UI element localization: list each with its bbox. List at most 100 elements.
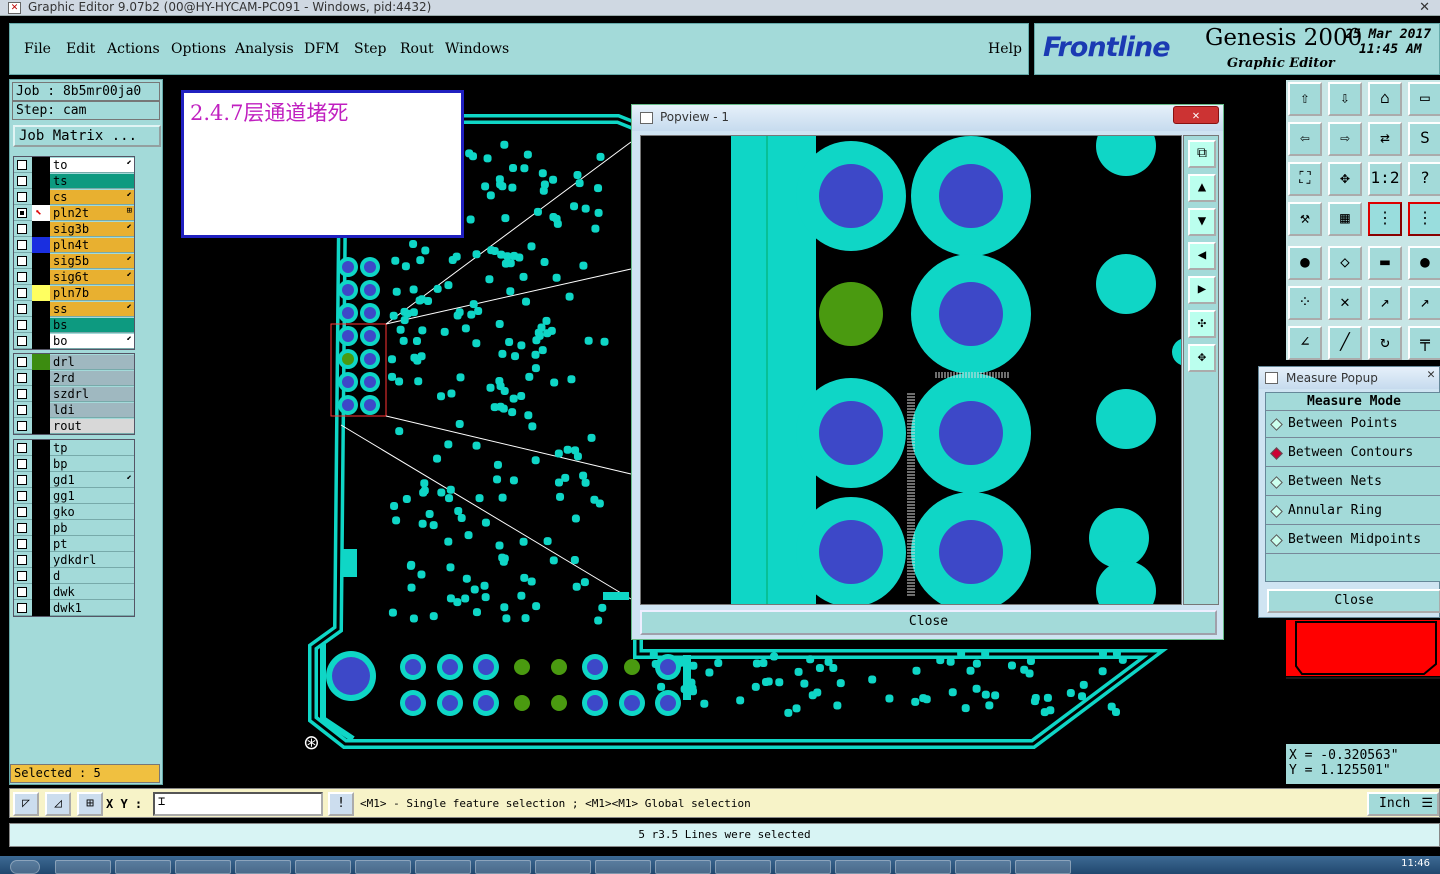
select-tool-icon[interactable]: ◸ bbox=[13, 792, 39, 816]
layer-name[interactable]: dwk1 bbox=[50, 601, 134, 615]
layer-checkbox[interactable] bbox=[17, 357, 27, 367]
net-select-icon[interactable]: ⋮ bbox=[1368, 202, 1402, 236]
layer-color-swatch[interactable] bbox=[32, 402, 50, 418]
layer-color-swatch[interactable] bbox=[32, 418, 50, 434]
layer-checkbox[interactable] bbox=[17, 571, 27, 581]
layer-color-swatch[interactable] bbox=[32, 568, 50, 584]
layer-name[interactable]: ydkdrl bbox=[50, 553, 134, 567]
layer-color-swatch[interactable] bbox=[32, 488, 50, 504]
layer-checkbox[interactable] bbox=[17, 320, 27, 330]
taskbar-app-17[interactable] bbox=[1015, 860, 1071, 874]
layer-name[interactable]: gd1 bbox=[50, 473, 134, 487]
layer-row-gd1[interactable]: gd1 ⬋ bbox=[14, 472, 134, 488]
layer-color-swatch[interactable] bbox=[32, 600, 50, 616]
connect-icon[interactable]: ⁘ bbox=[1288, 286, 1322, 320]
layer-checkbox[interactable] bbox=[17, 288, 27, 298]
layer-checkbox[interactable] bbox=[17, 539, 27, 549]
layer-row-to[interactable]: to ⬋ bbox=[14, 157, 134, 173]
layer-color-swatch[interactable] bbox=[32, 253, 50, 269]
pan-right-icon[interactable]: ▶ bbox=[1188, 276, 1216, 304]
layer-row-rout[interactable]: rout bbox=[14, 418, 134, 434]
house-icon[interactable]: ⌂ bbox=[1368, 82, 1402, 116]
layer-name[interactable]: d bbox=[50, 569, 134, 583]
layer-checkbox[interactable] bbox=[17, 304, 27, 314]
layer-row-gko[interactable]: gko bbox=[14, 504, 134, 520]
taskbar-app-1[interactable] bbox=[55, 860, 111, 874]
layer-checkbox[interactable] bbox=[17, 475, 27, 485]
measure-close-icon[interactable]: ✕ bbox=[1427, 367, 1435, 382]
layer-name[interactable]: bs bbox=[50, 318, 134, 332]
layer-name[interactable]: gg1 bbox=[50, 489, 134, 503]
layer-row-pln7b[interactable]: pln7b bbox=[14, 285, 134, 301]
angle-icon[interactable]: ∠ bbox=[1288, 326, 1322, 360]
layer-checkbox[interactable] bbox=[17, 405, 27, 415]
popview-canvas[interactable] bbox=[640, 135, 1182, 605]
measure-option[interactable]: Annular Ring bbox=[1266, 498, 1440, 525]
layer-name[interactable]: 2rd bbox=[50, 371, 134, 385]
layer-row-bp[interactable]: bp bbox=[14, 456, 134, 472]
layer-name[interactable]: sig5b bbox=[50, 254, 134, 268]
menu-actions[interactable]: Actions bbox=[107, 41, 160, 57]
layer-row-sig3b[interactable]: sig3b ⬋ bbox=[14, 221, 134, 237]
layer-checkbox[interactable] bbox=[17, 603, 27, 613]
layer-row-ss[interactable]: ss ⬋ bbox=[14, 301, 134, 317]
layer-color-swatch[interactable] bbox=[32, 269, 50, 285]
layer-row-dwk1[interactable]: dwk1 bbox=[14, 600, 134, 616]
wand-icon[interactable]: ⚒ bbox=[1288, 202, 1322, 236]
units-select[interactable]: Inch ☰ bbox=[1367, 792, 1439, 816]
layer-checkbox[interactable] bbox=[17, 443, 27, 453]
left-arrow-icon[interactable]: ⇦ bbox=[1288, 122, 1322, 156]
layer-checkbox[interactable] bbox=[17, 507, 27, 517]
measure-option[interactable]: Between Midpoints bbox=[1266, 527, 1440, 554]
layer-checkbox[interactable] bbox=[17, 373, 27, 383]
layer-color-swatch[interactable] bbox=[32, 386, 50, 402]
layer-checkbox[interactable] bbox=[17, 421, 27, 431]
layer-name[interactable]: bo bbox=[50, 334, 134, 348]
layer-name[interactable]: cs bbox=[50, 190, 134, 204]
layer-name[interactable]: ss bbox=[50, 302, 134, 316]
alert-icon[interactable]: ! bbox=[328, 792, 354, 816]
layer-row-2rd[interactable]: 2rd bbox=[14, 370, 134, 386]
menu-windows[interactable]: Windows bbox=[445, 41, 509, 57]
taskbar-app-3[interactable] bbox=[175, 860, 231, 874]
zoom-window-icon[interactable]: ⧉ bbox=[1188, 140, 1216, 168]
layer-row-d[interactable]: d bbox=[14, 568, 134, 584]
s-curve-icon[interactable]: S bbox=[1408, 122, 1440, 156]
layer-color-swatch[interactable] bbox=[32, 237, 50, 253]
taskbar-app-11[interactable] bbox=[655, 860, 711, 874]
layer-checkbox[interactable] bbox=[17, 256, 27, 266]
taskbar-app-5[interactable] bbox=[295, 860, 351, 874]
layer-color-swatch[interactable] bbox=[32, 333, 50, 349]
layer-color-swatch[interactable] bbox=[32, 189, 50, 205]
layer-row-pln4t[interactable]: pln4t bbox=[14, 237, 134, 253]
layer-name[interactable]: pt bbox=[50, 537, 134, 551]
overview-map[interactable] bbox=[1286, 620, 1440, 742]
measure-close-button[interactable]: Close bbox=[1267, 589, 1440, 613]
layer-row-gg1[interactable]: gg1 bbox=[14, 488, 134, 504]
layer-row-pt[interactable]: pt bbox=[14, 536, 134, 552]
layer-row-ydkdrl[interactable]: ydkdrl bbox=[14, 552, 134, 568]
zoom-out-icon[interactable]: ✥ bbox=[1188, 344, 1216, 372]
measure-option[interactable]: Between Contours bbox=[1266, 440, 1440, 467]
layer-checkbox[interactable] bbox=[17, 555, 27, 565]
menu-file[interactable]: File bbox=[24, 41, 51, 57]
taskbar-app-12[interactable] bbox=[715, 860, 771, 874]
taskbar-app-10[interactable] bbox=[595, 860, 651, 874]
layer-row-bs[interactable]: bs bbox=[14, 317, 134, 333]
line-node2-icon[interactable]: ↗ bbox=[1408, 286, 1440, 320]
taskbar-app-2[interactable] bbox=[115, 860, 171, 874]
pad-edit-icon[interactable]: ● bbox=[1288, 246, 1322, 280]
net-select2-icon[interactable]: ⋮ bbox=[1408, 202, 1440, 236]
pan-left-icon[interactable]: ◀ bbox=[1188, 242, 1216, 270]
menu-edit[interactable]: Edit bbox=[66, 41, 95, 57]
start-button[interactable] bbox=[10, 860, 40, 874]
layer-row-ldi[interactable]: ldi bbox=[14, 402, 134, 418]
layer-row-pln2t[interactable]: ⬉ pln2t ⊞ bbox=[14, 205, 134, 221]
layer-checkbox[interactable] bbox=[17, 491, 27, 501]
layer-color-swatch[interactable] bbox=[32, 440, 50, 456]
layer-checkbox[interactable] bbox=[17, 160, 27, 170]
center-icon[interactable]: ✥ bbox=[1328, 162, 1362, 196]
job-matrix-button[interactable]: Job Matrix ... bbox=[13, 125, 161, 147]
menu-options[interactable]: Options bbox=[171, 41, 226, 57]
fit-icon[interactable]: ⛶ bbox=[1288, 162, 1322, 196]
